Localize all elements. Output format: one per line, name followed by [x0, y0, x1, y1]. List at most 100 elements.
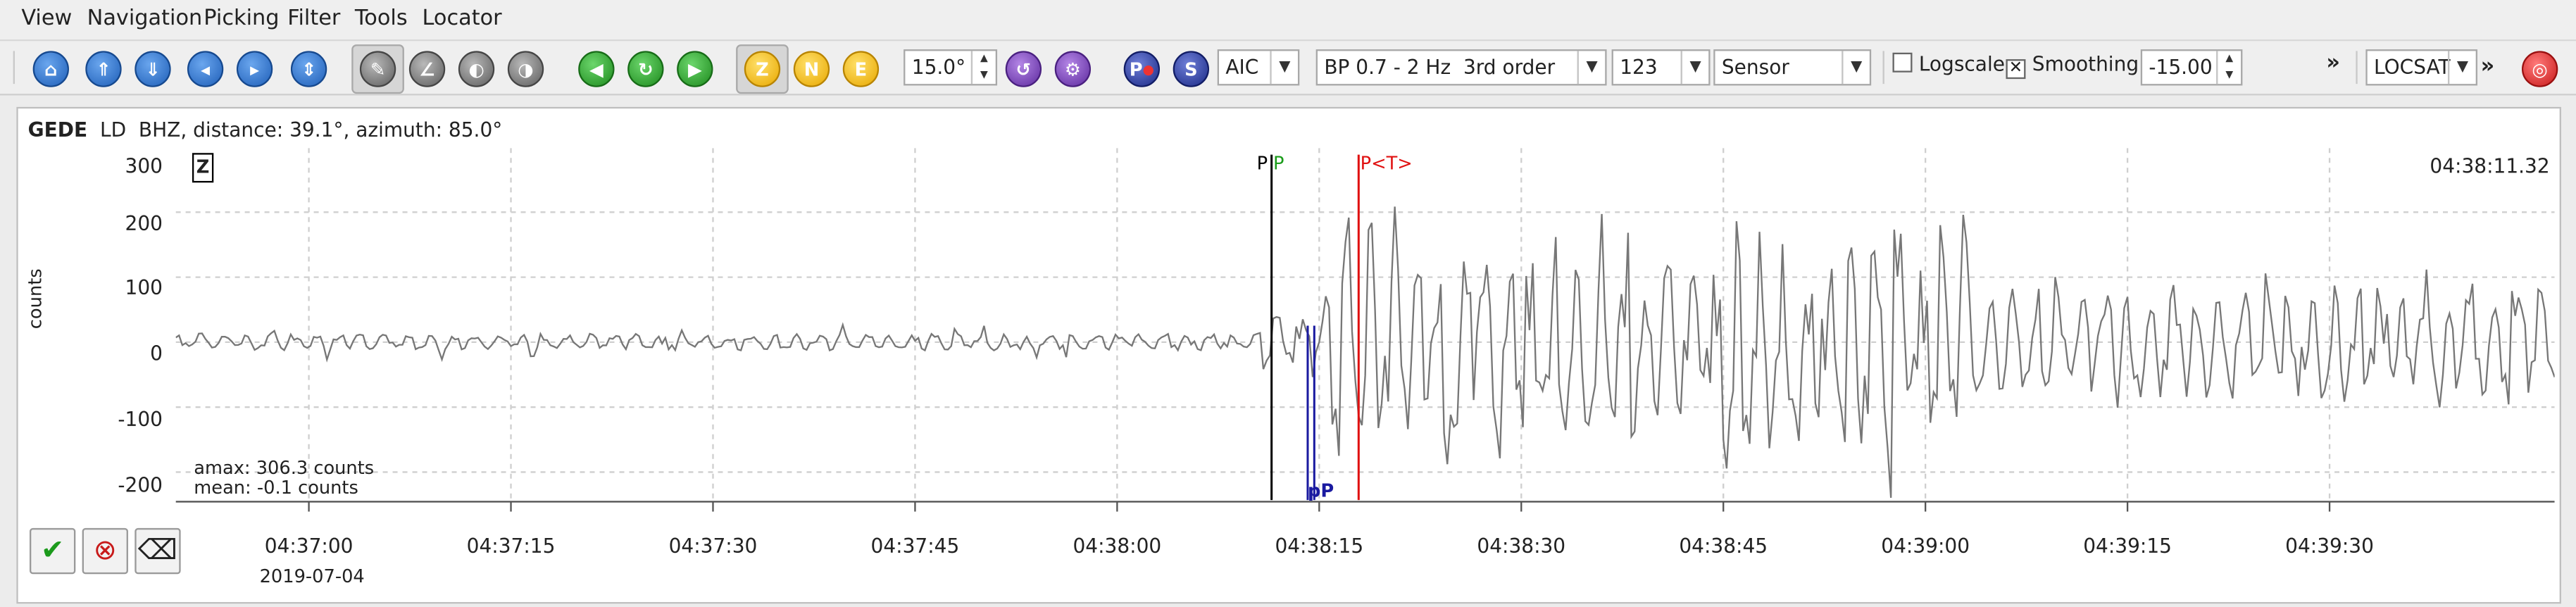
step-right-icon: ▸ — [236, 51, 273, 87]
spin-arrows-icon[interactable]: ▲ ▼ — [970, 51, 996, 85]
filter-select[interactable]: BP 0.7 - 2 Hz 3rd order ▼ — [1315, 49, 1607, 86]
hand-icon: ✎ — [359, 51, 396, 87]
channel-select[interactable]: 123 ▼ — [1611, 49, 1711, 86]
pick-s-button[interactable]: S — [1170, 48, 1210, 87]
previous-pick-button[interactable]: ◀ — [575, 48, 615, 87]
smoothing-checkbox[interactable]: ✕ Smoothing — [2006, 52, 2139, 80]
cursor-time: 04:38:11.32 — [2430, 154, 2550, 178]
rotate-icon: ↺ — [1005, 51, 1042, 87]
home-icon: ⌂ — [32, 51, 69, 87]
waveform-trace — [175, 206, 2555, 498]
pick-p-button[interactable]: P ● — [1120, 48, 1161, 87]
plot-grid — [175, 148, 2555, 512]
menu-view[interactable]: View — [21, 6, 72, 31]
y-tick: 300 — [125, 154, 163, 178]
checkbox-icon — [1892, 52, 1913, 73]
measure-icon: ◐ — [458, 51, 495, 87]
step-left-button[interactable]: ◂ — [184, 48, 224, 87]
menu-locator[interactable]: Locator — [423, 6, 502, 31]
x-tick: 04:38:30 — [1477, 534, 1566, 558]
separator — [1882, 51, 1884, 85]
mean-text: mean: -0.1 counts — [194, 477, 358, 499]
component-n-button[interactable]: N — [790, 48, 830, 87]
logscale-checkbox[interactable]: Logscale — [1892, 52, 2005, 76]
accept-button[interactable]: ✔ — [29, 527, 76, 575]
scroll-down-icon: ⇓ — [135, 51, 171, 87]
toolbar-overflow[interactable]: » — [2326, 51, 2340, 94]
seismogram-plot[interactable] — [175, 148, 2555, 526]
scroll-up-button[interactable]: ⇑ — [82, 48, 122, 87]
picker-select[interactable]: AIC ▼ — [1217, 49, 1300, 86]
rotate-settings-button[interactable]: ⚙ — [1051, 48, 1092, 87]
scroll-down-button[interactable]: ⇓ — [132, 48, 171, 87]
rotate-settings-icon: ⚙ — [1054, 51, 1092, 87]
pick-label-p-green: P — [1273, 153, 1284, 175]
component-z-button[interactable]: Z — [741, 48, 781, 87]
pick-label-p-theoretical: P<T> — [1360, 153, 1413, 175]
reject-button[interactable]: ⊗ — [82, 527, 128, 575]
locate-button[interactable]: ◎ — [2518, 48, 2558, 87]
menu-tools[interactable]: Tools — [355, 6, 408, 31]
separator — [2356, 51, 2358, 85]
home-button[interactable]: ⌂ — [30, 48, 69, 87]
chevron-down-icon: ▼ — [1680, 51, 1709, 85]
menu-filter[interactable]: Filter — [287, 6, 340, 31]
step-right-button[interactable]: ▸ — [233, 48, 273, 87]
refresh-button[interactable]: ↻ — [625, 48, 664, 87]
x-tick: 04:39:30 — [2285, 534, 2374, 558]
chevron-down-icon: ▼ — [2448, 51, 2476, 85]
component-e-button[interactable]: E — [839, 48, 880, 87]
rotate-button[interactable]: ↺ — [1002, 48, 1042, 87]
refresh-icon: ↻ — [627, 51, 664, 87]
n-icon: N — [793, 51, 830, 87]
toolbar-grip — [13, 51, 15, 85]
x-tick: 04:38:00 — [1073, 534, 1162, 558]
smoothing-spinbox[interactable]: -15.00 ▲ ▼ — [2140, 49, 2243, 86]
x-tick: 04:37:00 — [264, 534, 354, 558]
reject-icon: ⊗ — [93, 534, 117, 568]
amplitude-info: amax: 306.3 counts mean: -0.1 counts — [194, 457, 375, 499]
delete-button[interactable]: ⌫ — [135, 527, 181, 575]
angle-tool-button[interactable]: ∠ — [406, 48, 446, 87]
hand-tool-button[interactable]: ✎ — [356, 48, 396, 87]
picker-window: View Navigation Picking Filter Tools Loc… — [0, 0, 2576, 607]
p-phase-icon: P ● — [1123, 51, 1161, 87]
logscale-label: Logscale — [1918, 52, 2005, 76]
station-code: GEDE — [27, 118, 88, 142]
trace-date: 2019-07-04 — [259, 565, 365, 587]
scroll-up-icon: ⇑ — [85, 51, 122, 87]
menu-picking[interactable]: Picking — [204, 6, 279, 31]
menu-bar: View Navigation Picking Filter Tools Loc… — [0, 0, 2576, 42]
locator-select-value: LOCSAT — [2374, 56, 2451, 80]
checkbox-checked-icon: ✕ — [2006, 59, 2026, 80]
trace-button[interactable]: ◑ — [504, 48, 544, 87]
rotation-value: 15.0° — [911, 56, 966, 80]
channel-select-value: 123 — [1620, 56, 1658, 80]
toolbar-overflow-2[interactable]: » — [2481, 54, 2495, 97]
menu-navigation[interactable]: Navigation — [87, 6, 203, 31]
unit-select-value: Sensor — [1721, 56, 1789, 80]
amax-text: amax: 306.3 counts — [194, 457, 375, 479]
measure-button[interactable]: ◐ — [455, 48, 495, 87]
y-tick: 100 — [125, 276, 163, 300]
unit-select[interactable]: Sensor ▼ — [1713, 49, 1872, 86]
trace-icon: ◑ — [507, 51, 544, 87]
spin-arrows-icon[interactable]: ▲ ▼ — [2216, 51, 2241, 85]
filter-select-value: BP 0.7 - 2 Hz 3rd order — [1324, 56, 1556, 80]
expand-button[interactable]: ⇕ — [287, 48, 327, 87]
rotation-spinbox[interactable]: 15.0° ▲ ▼ — [904, 49, 998, 86]
chevron-down-icon: ▼ — [1270, 51, 1298, 85]
component-label: Z — [192, 153, 214, 183]
x-tick: 04:38:15 — [1275, 534, 1364, 558]
next-pick-icon: ▶ — [677, 51, 713, 87]
smoothing-label: Smoothing — [2032, 52, 2139, 76]
next-pick-button[interactable]: ▶ — [673, 48, 713, 87]
pick-markers — [1270, 154, 1360, 501]
locator-select[interactable]: LOCSAT ▼ — [2365, 49, 2478, 86]
channel-info: LD BHZ, distance: 39.1°, azimuth: 85.0° — [99, 118, 503, 142]
y-tick: -100 — [118, 408, 163, 432]
accept-icon: ✔ — [41, 534, 65, 568]
pick-label-pp: pP — [1307, 480, 1334, 502]
step-left-icon: ◂ — [187, 51, 224, 87]
e-icon: E — [842, 51, 880, 87]
